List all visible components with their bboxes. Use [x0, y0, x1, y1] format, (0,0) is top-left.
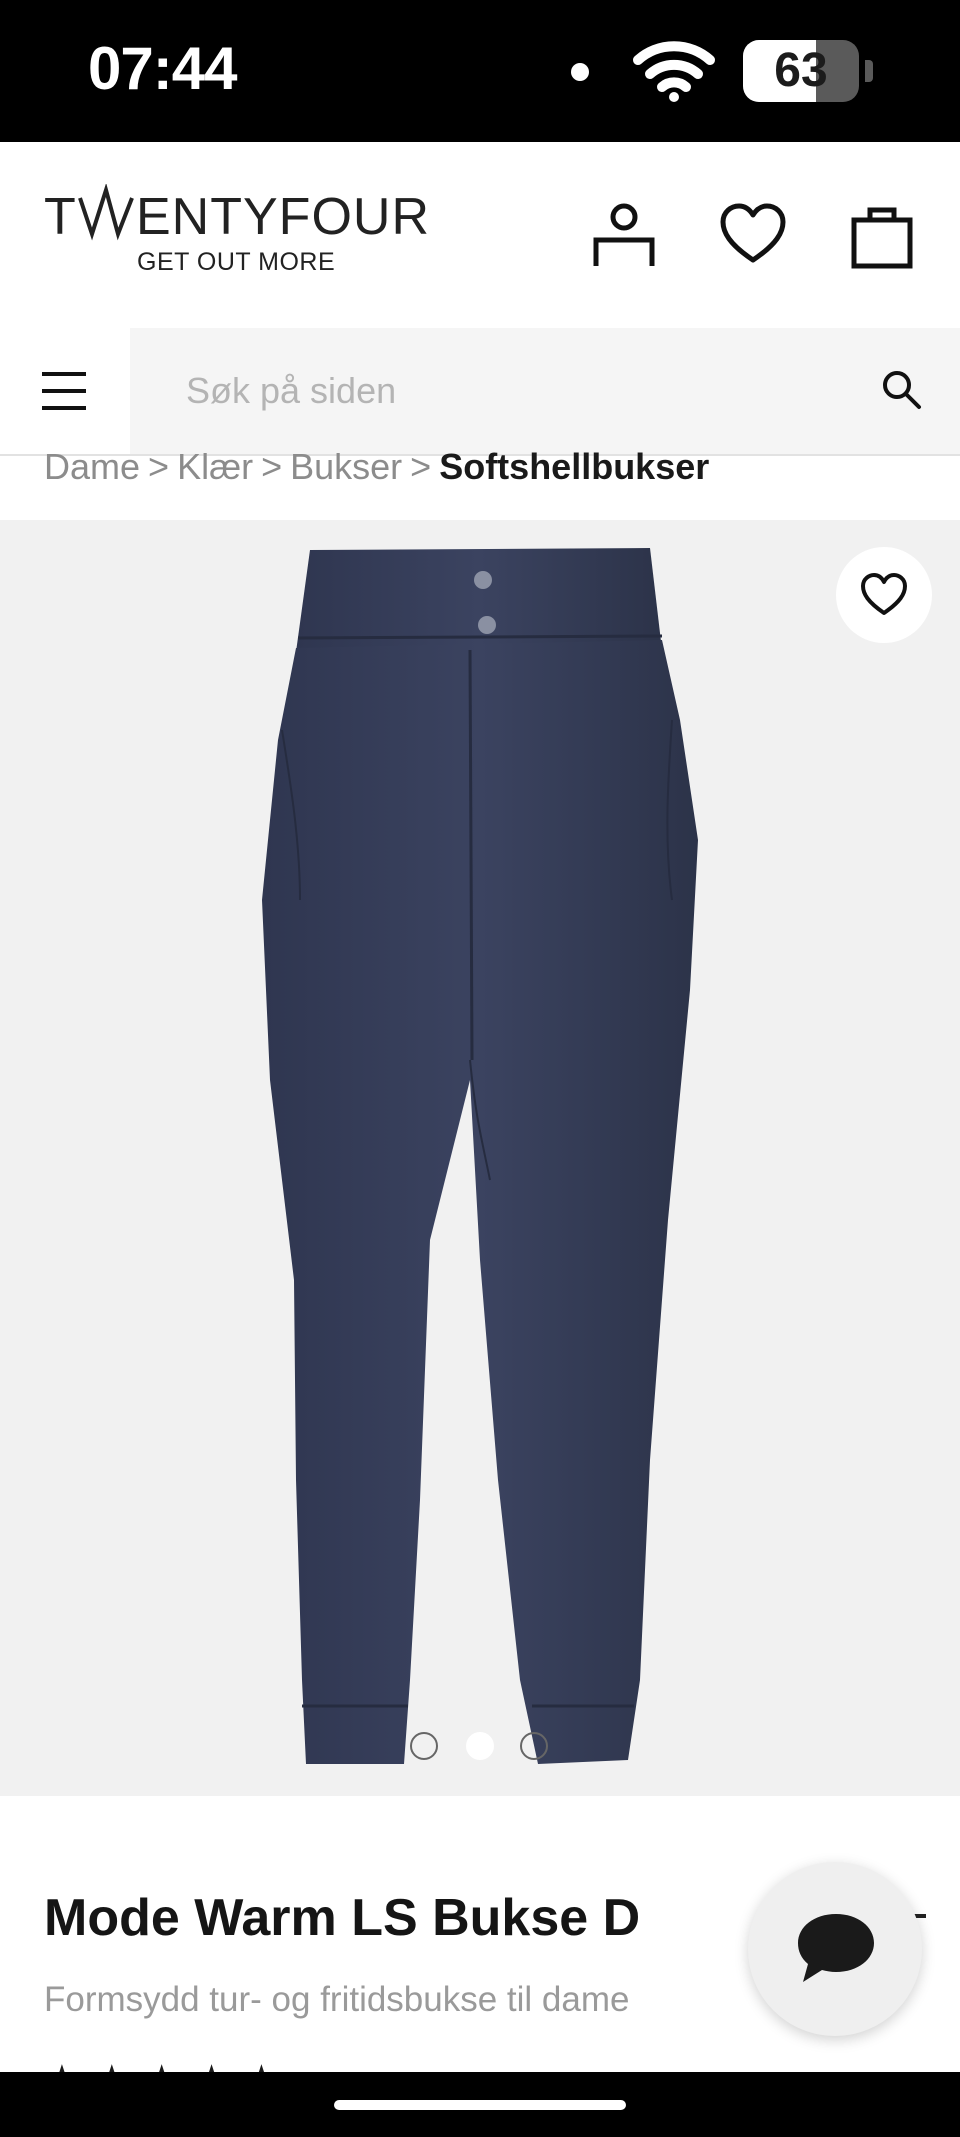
breadcrumb: Dame > Klær > Bukser > Softshellbukser: [44, 446, 709, 496]
search-icon[interactable]: [880, 368, 922, 410]
product-image-gallery[interactable]: [0, 520, 960, 1796]
heart-icon: [861, 573, 907, 615]
account-button[interactable]: [590, 202, 658, 270]
svg-text:ENTYFOUR: ENTYFOUR: [136, 188, 430, 244]
wishlist-button[interactable]: [719, 202, 787, 270]
battery-indicator: 63: [743, 40, 873, 102]
product-image: [262, 548, 698, 1764]
account-icon: [593, 203, 655, 266]
gallery-dot-active[interactable]: [466, 1732, 494, 1760]
breadcrumb-separator: >: [148, 446, 170, 487]
home-indicator[interactable]: [334, 2100, 626, 2110]
logo-tagline: GET OUT MORE: [137, 248, 336, 276]
breadcrumb-separator: >: [410, 446, 432, 487]
status-dot: [571, 63, 589, 81]
breadcrumb-link[interactable]: Bukser: [290, 446, 402, 488]
status-time: 07:44: [88, 35, 237, 102]
add-to-wishlist-button[interactable]: [836, 547, 932, 643]
bag-icon: [851, 207, 913, 269]
gallery-pagination: [0, 1732, 960, 1764]
status-bar: 07:44 63: [0, 0, 960, 142]
gallery-dot[interactable]: [410, 1732, 438, 1760]
hamburger-menu-icon: [42, 372, 86, 410]
chat-button[interactable]: [748, 1862, 922, 2036]
search-input[interactable]: [186, 356, 826, 426]
menu-button[interactable]: [0, 328, 130, 454]
search-bar: [0, 328, 960, 456]
brand-logo[interactable]: T ENTYFOUR GET OUT MORE: [44, 184, 434, 294]
breadcrumb-link[interactable]: Klær: [177, 446, 253, 488]
wifi-icon: [633, 41, 715, 102]
gallery-dot[interactable]: [520, 1732, 548, 1760]
chat-bubble-icon: [798, 1914, 874, 1982]
breadcrumb-separator: >: [261, 446, 283, 487]
site-header: T ENTYFOUR GET OUT MORE: [0, 142, 960, 328]
product-title: Mode Warm LS Bukse D: [44, 1889, 641, 1947]
heart-icon: [720, 203, 786, 263]
svg-text:T: T: [44, 188, 77, 244]
battery-percent: 63: [774, 44, 828, 97]
breadcrumb-current: Softshellbukser: [439, 446, 710, 487]
product-subtitle: Formsydd tur- og fritidsbukse til dame: [44, 1980, 630, 2019]
cart-button[interactable]: [848, 202, 916, 270]
logo-wordmark: T ENTYFOUR: [44, 184, 430, 244]
breadcrumb-link[interactable]: Dame: [44, 446, 140, 488]
